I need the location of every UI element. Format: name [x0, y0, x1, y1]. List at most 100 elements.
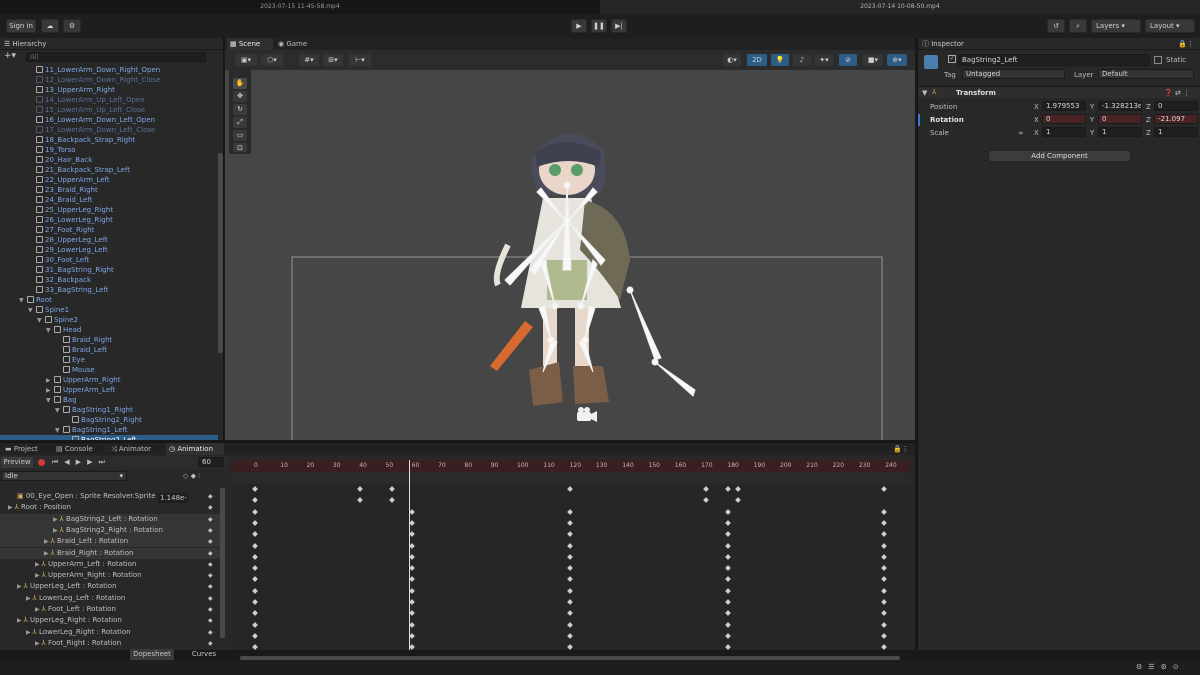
- keyframe-marker[interactable]: [389, 486, 395, 492]
- hierarchy-item[interactable]: 31_BagString_Right: [0, 265, 218, 275]
- hierarchy-item[interactable]: ▶ UpperArm_Right: [0, 375, 218, 385]
- keyframe-marker[interactable]: [252, 599, 258, 605]
- effects-icon[interactable]: ✦▾: [815, 54, 833, 66]
- keyframe-toggle-icon[interactable]: ◆: [208, 491, 213, 502]
- settings-icon[interactable]: ⚙: [63, 19, 81, 33]
- curves-button[interactable]: Curves: [182, 649, 226, 660]
- timeline-ruler[interactable]: 0 10 20 30 40 50 60 70 80 90 100 110 120 130 140 150 160…: [232, 460, 910, 472]
- keyframe-marker[interactable]: [735, 497, 741, 504]
- keyframe-toggle-icon[interactable]: ◆: [208, 615, 213, 626]
- preview-button[interactable]: Preview: [1, 457, 33, 468]
- keyframe-marker[interactable]: [725, 565, 731, 571]
- keyframe-marker[interactable]: [409, 542, 415, 549]
- keyframe-marker[interactable]: [725, 644, 731, 650]
- rotation-y-field[interactable]: 0: [1098, 114, 1142, 124]
- hierarchy-item[interactable]: 27_Foot_Right: [0, 225, 218, 235]
- pause-button[interactable]: ❚❚: [591, 19, 607, 33]
- hierarchy-item[interactable]: BagString2_Left: [0, 435, 218, 440]
- keyframe-marker[interactable]: [725, 621, 731, 628]
- hierarchy-item[interactable]: 13_UpperArm_Right: [0, 85, 218, 95]
- hidden-icon[interactable]: ⊘: [839, 54, 857, 66]
- add-component-button[interactable]: Add Component: [988, 150, 1131, 162]
- frame-field[interactable]: 60: [198, 457, 224, 467]
- hierarchy-item[interactable]: 22_UpperArm_Left: [0, 175, 218, 185]
- hierarchy-scrollbar[interactable]: [218, 153, 223, 353]
- hierarchy-item[interactable]: 14_LowerArm_Up_Left_Open: [0, 95, 218, 105]
- keyframe-marker[interactable]: [357, 497, 363, 504]
- lock-icon[interactable]: 🔒⋮: [1178, 38, 1194, 50]
- hierarchy-item[interactable]: ▼ BagString1_Left: [0, 425, 218, 435]
- keyframe-marker[interactable]: [725, 553, 731, 560]
- keyframe-marker[interactable]: [409, 633, 415, 639]
- keyframe-marker[interactable]: [409, 576, 415, 583]
- hierarchy-search-input[interactable]: All: [26, 52, 206, 62]
- keyframe-marker[interactable]: [881, 587, 887, 594]
- keyframe-marker[interactable]: [567, 621, 573, 628]
- dopesheet-area[interactable]: 0 10 20 30 40 50 60 70 80 90 100 110 120 130 140 150 160…: [232, 460, 910, 650]
- keyframe-marker[interactable]: [409, 553, 415, 560]
- playhead[interactable]: [409, 460, 410, 650]
- keyframe-marker[interactable]: [252, 644, 258, 650]
- animated-property-row[interactable]: ▶ ⅄ BagString2_Right : Rotation ◆: [0, 524, 224, 536]
- animated-property-row[interactable]: ▶ ⅄ Root : Position ◆: [0, 502, 224, 513]
- keyframe-toggle-icon[interactable]: ◆: [208, 559, 213, 570]
- keyframe-marker[interactable]: [735, 486, 741, 492]
- hierarchy-item[interactable]: 17_LowerArm_Down_Left_Close: [0, 125, 218, 135]
- hierarchy-item[interactable]: 29_LowerLeg_Left: [0, 245, 218, 255]
- sign-in-button[interactable]: Sign in: [6, 19, 36, 33]
- animated-property-row[interactable]: ▶ ⅄ Braid_Right : Rotation ◆: [0, 547, 224, 559]
- animated-property-row[interactable]: ▶ ⅄ UpperLeg_Left : Rotation ◆: [0, 581, 224, 592]
- gizmos-icon[interactable]: ⊕▾: [887, 54, 907, 66]
- play-button[interactable]: ▶: [571, 19, 587, 33]
- hierarchy-item[interactable]: 12_LowerArm_Down_Right_Close: [0, 75, 218, 85]
- hierarchy-item[interactable]: Mouse: [0, 365, 218, 375]
- pivot-icon[interactable]: ⬡▾: [261, 54, 283, 66]
- keyframe-marker[interactable]: [725, 520, 731, 526]
- tab-animator[interactable]: ⤨ Animator: [108, 443, 164, 455]
- keyframe-marker[interactable]: [567, 508, 573, 515]
- keyframe-marker[interactable]: [567, 576, 573, 583]
- transform-header[interactable]: ▼ ⅄ Transform ❓ ⇄ ⋮: [918, 86, 1200, 98]
- hierarchy-item[interactable]: 24_Braid_Left: [0, 195, 218, 205]
- keyframe-marker[interactable]: [252, 486, 258, 492]
- tab-console[interactable]: ▤ Console: [53, 443, 105, 455]
- animated-property-row[interactable]: ▶ ⅄ Foot_Right : Rotation ◆: [0, 638, 224, 649]
- property-scrollbar[interactable]: [220, 488, 225, 638]
- keyframe-marker[interactable]: [252, 531, 258, 538]
- window-tab-1[interactable]: 2023-07-15 11-45-58.mp4: [0, 0, 600, 14]
- keyframe-marker[interactable]: [409, 520, 415, 526]
- hierarchy-item[interactable]: ▼ Spine2: [0, 315, 218, 325]
- add-icon[interactable]: +▾: [4, 51, 16, 61]
- hierarchy-item[interactable]: 20_Hair_Back: [0, 155, 218, 165]
- keyframe-marker[interactable]: [409, 531, 415, 538]
- keyframe-marker[interactable]: [881, 610, 887, 617]
- scale-x-field[interactable]: 1: [1042, 127, 1086, 137]
- keyframe-marker[interactable]: [357, 486, 363, 492]
- add-keyframe-icon[interactable]: ◇ ◆ ⦙: [183, 472, 200, 481]
- animated-property-row[interactable]: ▣ 00_Eye_Open : Sprite Resolver.Sprite ◆: [0, 491, 224, 502]
- keyframe-marker[interactable]: [252, 633, 258, 639]
- keyframe-marker[interactable]: [409, 610, 415, 617]
- layers-dropdown[interactable]: Layers ▾: [1091, 19, 1141, 33]
- draw-mode-icon[interactable]: ▣▾: [235, 54, 257, 66]
- keyframe-marker[interactable]: [881, 576, 887, 583]
- keyframe-marker[interactable]: [389, 497, 395, 504]
- audio-icon[interactable]: ♪: [793, 54, 811, 66]
- keyframe-marker[interactable]: [881, 508, 887, 515]
- keyframe-marker[interactable]: [567, 599, 573, 605]
- dopesheet-button[interactable]: Dopesheet: [130, 649, 174, 660]
- keyframe-marker[interactable]: [252, 508, 258, 515]
- layout-dropdown[interactable]: Layout ▾: [1145, 19, 1195, 33]
- keyframe-toggle-icon[interactable]: ◆: [208, 638, 213, 649]
- keyframe-marker[interactable]: [725, 587, 731, 594]
- keyframe-marker[interactable]: [409, 565, 415, 571]
- keyframe-marker[interactable]: [881, 531, 887, 538]
- keyframe-toggle-icon[interactable]: ◆: [208, 593, 213, 604]
- hierarchy-item[interactable]: 23_Braid_Right: [0, 185, 218, 195]
- layer-dropdown[interactable]: Default: [1098, 69, 1194, 79]
- keyframe-marker[interactable]: [881, 565, 887, 571]
- foldout-arrow-icon[interactable]: ▼: [922, 89, 927, 97]
- keyframe-marker[interactable]: [881, 599, 887, 605]
- hierarchy-item[interactable]: 30_Foot_Left: [0, 255, 218, 265]
- keyframe-marker[interactable]: [567, 520, 573, 526]
